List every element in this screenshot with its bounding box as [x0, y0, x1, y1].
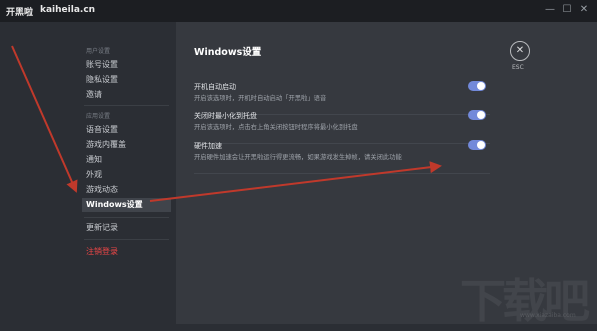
setting-title: 开机自动启动	[194, 83, 236, 91]
sidebar-item-windows[interactable]: Windows设置	[82, 198, 171, 212]
close-icon[interactable]: ✕	[577, 3, 591, 17]
user-settings-label: 用户设置	[86, 48, 111, 55]
setting-title: 硬件加速	[194, 142, 222, 150]
sidebar-item-voice[interactable]: 语音设置	[86, 124, 118, 136]
setting-row-hw-accel: 硬件加速 开启硬件加速会让开黑啦运行得更流畅，如果游戏发生掉帧，请关闭此功能	[194, 137, 490, 174]
sidebar-item-invite[interactable]: 邀请	[86, 89, 102, 101]
setting-description: 开启该选项时，点击右上角关闭按钮时程序将最小化到托盘	[194, 124, 358, 131]
toggle-knob	[477, 82, 485, 90]
sidebar-item-privacy[interactable]: 隐私设置	[86, 74, 118, 86]
app-settings-label: 应用设置	[86, 113, 111, 120]
sidebar-item-account[interactable]: 账号设置	[86, 59, 118, 71]
maximize-icon[interactable]: ☐	[560, 3, 574, 17]
setting-description: 开启硬件加速会让开黑啦运行得更流畅，如果游戏发生掉帧，请关闭此功能	[194, 154, 402, 161]
sidebar-item-game-activity[interactable]: 游戏动态	[86, 184, 118, 196]
app-site: kaiheila.cn	[40, 5, 96, 15]
sidebar-item-appearance[interactable]: 外观	[86, 169, 102, 181]
sidebar-item-overlay[interactable]: 游戏内覆盖	[86, 139, 126, 151]
minimize-icon[interactable]: —	[543, 3, 557, 17]
esc-label: ESC	[512, 64, 524, 71]
page-title: Windows设置	[194, 47, 262, 58]
toggle-knob	[477, 141, 485, 149]
setting-title: 关闭时最小化到托盘	[194, 112, 257, 120]
settings-sidebar: 用户设置 账号设置 隐私设置 邀请 应用设置 语音设置 游戏内覆盖 通知 外观 …	[0, 22, 176, 324]
divider	[84, 217, 169, 218]
watermark-logo: 下载吧	[460, 274, 590, 328]
setting-description: 开启该选项时，开机时自动启动「开黑啦」语音	[194, 95, 327, 102]
autostart-toggle[interactable]	[468, 81, 486, 91]
sidebar-item-changelog[interactable]: 更新记录	[86, 222, 118, 234]
hardware-acceleration-toggle[interactable]	[468, 140, 486, 150]
app-brand: 开黑啦	[6, 8, 34, 18]
title-bar: 开黑啦 kaiheila.cn — ☐ ✕	[0, 0, 597, 22]
divider	[84, 239, 169, 240]
toggle-knob	[477, 111, 485, 119]
logout-button[interactable]: 注销登录	[86, 246, 118, 258]
esc-close-button[interactable]: ✕	[510, 41, 530, 61]
watermark-url: www.xiazaiba.com	[520, 312, 576, 319]
minimize-to-tray-toggle[interactable]	[468, 110, 486, 120]
sidebar-item-notify[interactable]: 通知	[86, 154, 102, 166]
divider	[84, 105, 169, 106]
